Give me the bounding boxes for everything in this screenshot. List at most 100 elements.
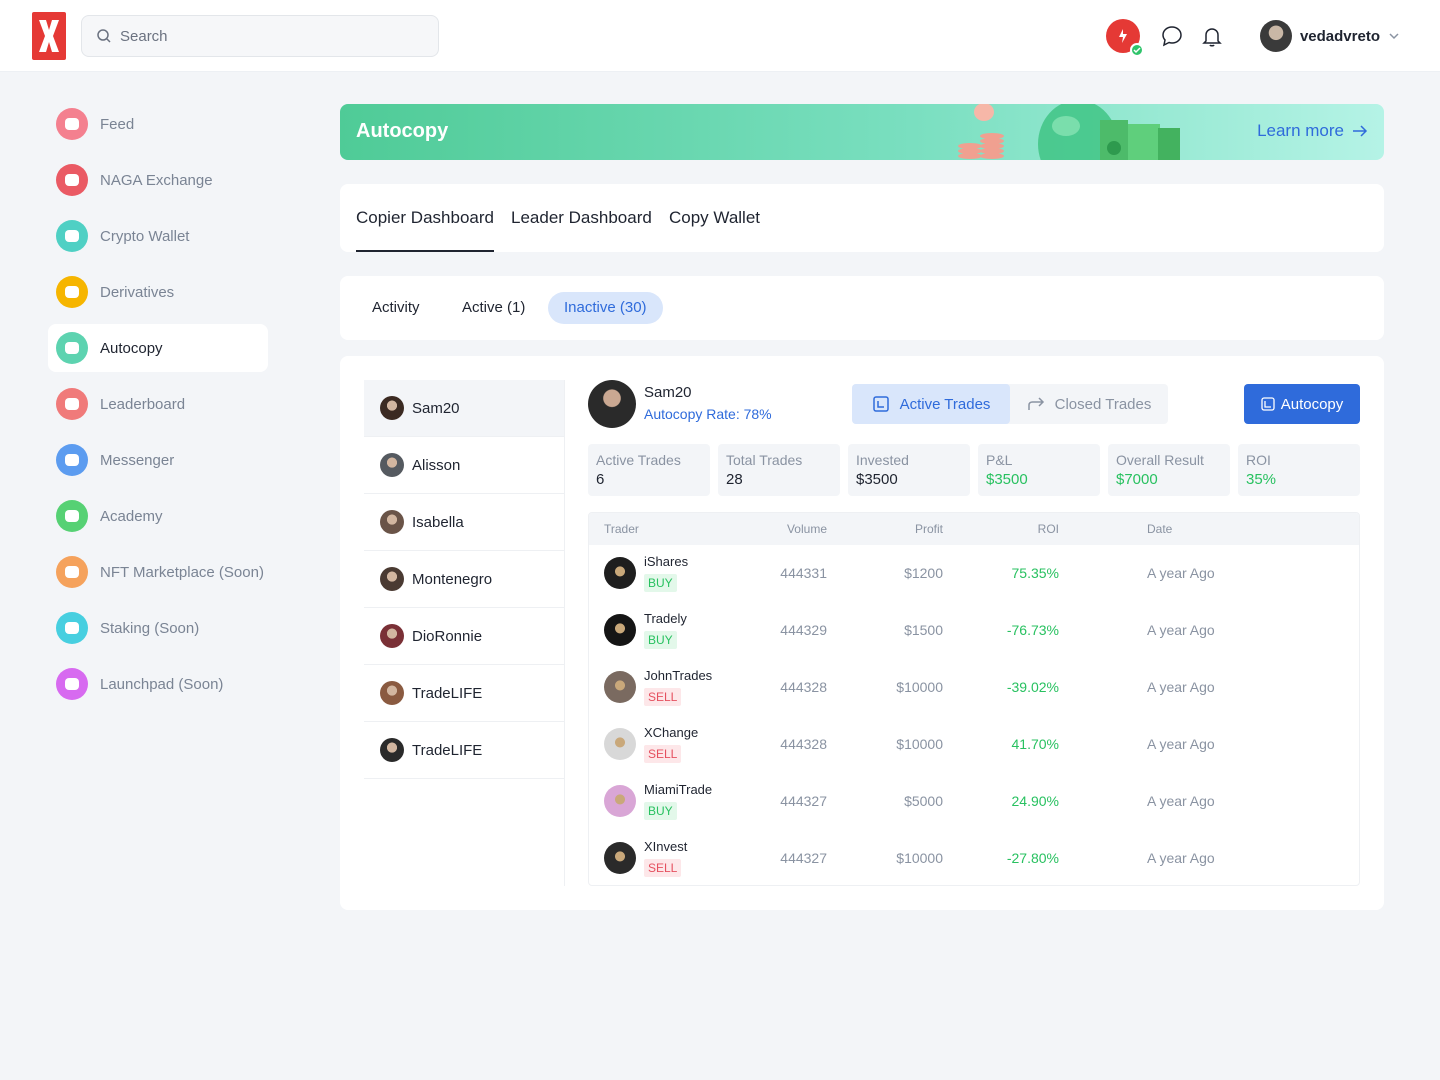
learn-more-link[interactable]: Learn more — [1257, 121, 1368, 141]
tab-inactive[interactable]: Inactive (30) — [548, 292, 663, 324]
sidebar-item-messenger[interactable]: Messenger — [48, 436, 268, 484]
stat-label: Invested — [856, 452, 909, 468]
avatar — [380, 510, 404, 534]
avatar — [380, 681, 404, 705]
tab-leader-dashboard[interactable]: Leader Dashboard — [511, 208, 652, 228]
row-trader-name: iShares — [644, 554, 689, 569]
trader-list: Sam20 Alisson Isabella Montenegro DioRonnie T… — [364, 380, 565, 886]
row-trader-name: XChange — [644, 725, 699, 740]
trader-list-name: Isabella — [412, 513, 464, 531]
sidebar-item-autocopy[interactable]: Autocopy — [48, 324, 268, 372]
staking-soon-icon-glyph — [65, 622, 79, 634]
sidebar: Feed NAGA Exchange Crypto Wallet Derivative… — [48, 100, 268, 716]
sidebar-item-label: Derivatives — [100, 283, 175, 301]
sidebar-item-feed[interactable]: Feed — [48, 100, 268, 148]
row-profit: $10000 — [896, 850, 943, 866]
username: vedadvreto — [1299, 27, 1380, 45]
user-menu[interactable]: vedadvreto — [1259, 20, 1400, 52]
side-badge: BUY — [644, 574, 677, 592]
row-trader-name: JohnTrades — [644, 668, 713, 683]
tab-active[interactable]: Active (1) — [462, 292, 525, 324]
autocopy-button[interactable]: Autocopy — [1244, 384, 1360, 424]
stat-card: ROI 35% — [1238, 444, 1360, 496]
side-badge: SELL — [644, 688, 682, 706]
stat-card: Active Trades 6 — [588, 444, 710, 496]
verified-status-icon[interactable] — [1105, 19, 1144, 57]
sidebar-item-staking-soon[interactable]: Staking (Soon) — [48, 604, 268, 652]
sidebar-item-derivatives[interactable]: Derivatives — [48, 268, 268, 316]
stat-value: $3500 — [856, 471, 898, 488]
tab-activity[interactable]: Activity — [372, 292, 420, 324]
sidebar-item-label: Launchpad (Soon) — [100, 675, 224, 693]
avatar — [604, 557, 636, 589]
sidebar-item-crypto-wallet[interactable]: Crypto Wallet — [48, 212, 268, 260]
sidebar-item-launchpad-soon[interactable]: Launchpad (Soon) — [48, 660, 268, 708]
table-row[interactable]: MiamiTrade BUY 444327 $5000 24.90% A year Ago — [589, 773, 1359, 830]
sidebar-item-naga-exchange[interactable]: NAGA Exchange — [48, 156, 268, 204]
sidebar-item-nft-marketplace-soon[interactable]: NFT Marketplace (Soon) — [48, 548, 268, 596]
col-roi: ROI — [1037, 522, 1059, 536]
trader-list-item[interactable]: Sam20 — [364, 380, 564, 437]
trader-list-item[interactable]: TradeLIFE — [364, 665, 564, 722]
table-row[interactable]: XChange SELL 444328 $10000 41.70% A year Ago — [589, 716, 1359, 773]
row-date: A year Ago — [1147, 679, 1215, 695]
search-box[interactable] — [81, 15, 439, 57]
stat-card: Total Trades 28 — [718, 444, 840, 496]
closed-trades-label: Closed Trades — [1054, 395, 1152, 413]
avatar — [380, 738, 404, 762]
row-trader-name: XInvest — [644, 839, 688, 854]
naga-exchange-icon-glyph — [65, 174, 79, 186]
dashboard-tabs: Copier Dashboard Leader Dashboard Copy W… — [340, 184, 1384, 252]
trader-list-item[interactable]: Montenegro — [364, 551, 564, 608]
trader-list-item[interactable]: DioRonnie — [364, 608, 564, 665]
avatar — [604, 785, 636, 817]
crypto-wallet-icon — [56, 220, 88, 252]
academy-icon — [56, 500, 88, 532]
table-row[interactable]: JohnTrades SELL 444328 $10000 -39.02% A year … — [589, 659, 1359, 716]
sidebar-item-leaderboard[interactable]: Leaderboard — [48, 380, 268, 428]
table-row[interactable]: XInvest SELL 444327 $10000 -27.80% A year Ago — [589, 830, 1359, 885]
side-badge: SELL — [644, 745, 682, 763]
search-input[interactable] — [120, 27, 420, 45]
side-badge: BUY — [644, 802, 677, 820]
leaderboard-icon-glyph — [65, 398, 79, 410]
copier-panel: Sam20 Alisson Isabella Montenegro DioRonnie T… — [340, 356, 1384, 910]
table-row[interactable]: iShares BUY 444331 $1200 75.35% A year Ago — [589, 545, 1359, 602]
trader-list-item[interactable]: Isabella — [364, 494, 564, 551]
tab-copy-wallet[interactable]: Copy Wallet — [669, 208, 760, 228]
row-roi: -39.02% — [1006, 679, 1059, 695]
autocopy-rate: Autocopy Rate: 78% — [644, 406, 772, 422]
trader-list-name: DioRonnie — [412, 627, 483, 645]
avatar — [380, 624, 404, 648]
staking-soon-icon — [56, 612, 88, 644]
col-volume: Volume — [786, 522, 827, 536]
sidebar-item-academy[interactable]: Academy — [48, 492, 268, 540]
top-bar: vedadvreto — [0, 0, 1440, 72]
crypto-wallet-icon-glyph — [65, 230, 79, 242]
trades-table: Trader Volume Profit ROI Date iShares BUY… — [588, 512, 1360, 886]
row-trader-name: Tradely — [644, 611, 687, 626]
naga-logo[interactable] — [32, 12, 66, 60]
stat-value: $3500 — [986, 471, 1028, 488]
trader-list-item[interactable]: TradeLIFE — [364, 722, 564, 779]
coins-illustration-icon — [958, 104, 1180, 160]
active-trades-label: Active Trades — [899, 395, 991, 413]
tab-copier-dashboard[interactable]: Copier Dashboard — [356, 208, 494, 252]
trader-list-item[interactable]: Alisson — [364, 437, 564, 494]
row-trader-name: MiamiTrade — [644, 782, 713, 797]
row-profit: $1200 — [904, 565, 943, 581]
active-trades-button[interactable]: Active Trades — [852, 384, 1010, 424]
avatar — [604, 728, 636, 760]
row-volume: 444329 — [780, 622, 827, 638]
stat-value: 6 — [596, 471, 605, 488]
row-date: A year Ago — [1147, 850, 1215, 866]
bell-icon[interactable] — [1200, 24, 1224, 48]
autocopy-button-label: Autocopy — [1280, 395, 1344, 413]
feed-icon-glyph — [65, 118, 79, 130]
autocopy-icon-glyph — [65, 342, 79, 354]
chat-icon[interactable] — [1160, 24, 1184, 48]
table-row[interactable]: Tradely BUY 444329 $1500 -76.73% A year Ago — [589, 602, 1359, 659]
launchpad-soon-icon-glyph — [65, 678, 79, 690]
stat-card: Overall Result $7000 — [1108, 444, 1230, 496]
closed-trades-button[interactable]: Closed Trades — [1010, 384, 1168, 424]
